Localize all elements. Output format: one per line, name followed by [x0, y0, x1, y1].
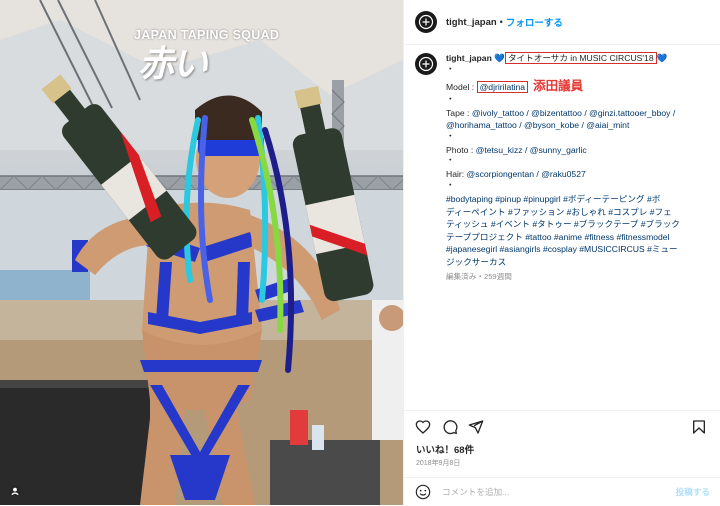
- red-annotation-label: 添田議員: [533, 78, 584, 93]
- blue-heart-icon: 💙: [656, 53, 668, 63]
- hashtags-line[interactable]: ティッシュ #イベント #タトゥー #ブラックテープ #ブラック: [446, 218, 714, 231]
- model-mention-link[interactable]: @djririlatina: [476, 80, 529, 93]
- hashtags-line[interactable]: #bodytaping #pinup #pinupgirl #ボディーテーピング…: [446, 193, 714, 206]
- post-window: JAPAN TAPING SQUAD 赤い tight_japan • フォロー…: [0, 0, 720, 505]
- post-photo[interactable]: JAPAN TAPING SQUAD 赤い: [0, 0, 403, 505]
- emoji-icon[interactable]: [415, 484, 431, 500]
- brand-title: JAPAN TAPING SQUAD: [134, 28, 280, 42]
- blue-heart-icon: 💙: [494, 53, 505, 63]
- caption-title-highlight: タイトオーサカ in MUSIC CIRCUS'18: [504, 52, 657, 64]
- caption-avatar[interactable]: [415, 53, 437, 75]
- edited-meta: 編集済み・259週間: [446, 271, 512, 281]
- hashtags-line[interactable]: ディーペイント #ファッション #おしゃれ #コスプレ #フェ: [446, 206, 714, 219]
- avatar[interactable]: [415, 11, 437, 33]
- caption-photo-line: Photo : @tetsu_kizz / @sunny_garlic: [446, 144, 714, 157]
- paper-plane-icon[interactable]: [468, 419, 484, 435]
- heart-outline-icon[interactable]: [415, 419, 431, 435]
- header-separator: •: [499, 17, 503, 27]
- hashtags-line[interactable]: ジックサーカス: [446, 256, 714, 269]
- caption-bullet: ・: [446, 63, 455, 74]
- follow-button[interactable]: フォローする: [506, 15, 563, 29]
- post-panel: tight_japan • フォローする tight_japan 💙 タイトオーサ…: [403, 0, 720, 505]
- post-comment-button[interactable]: 投稿する: [676, 486, 710, 498]
- caption-area: tight_japan 💙 タイトオーサカ in MUSIC CIRCUS'18 💙…: [404, 44, 720, 409]
- comment-bar: 投稿する: [404, 477, 720, 506]
- caption-title-line: tight_japan 💙 タイトオーサカ in MUSIC CIRCUS'18 💙: [446, 52, 714, 65]
- caption-bullet: ・: [446, 93, 455, 104]
- tape-mentions-2[interactable]: @horihama_tattoo / @byson_kobe / @aiai_m…: [446, 119, 714, 132]
- caption-bullet: ・: [446, 155, 455, 166]
- bookmark-icon[interactable]: [691, 419, 707, 435]
- caption-bullet: ・: [446, 130, 455, 141]
- brand-logo: 赤い: [138, 43, 208, 85]
- post-header: tight_japan • フォローする: [404, 0, 720, 45]
- hair-mentions[interactable]: @scorpiongentan / @raku0527: [467, 169, 586, 179]
- tight-logo-icon: [418, 56, 434, 72]
- caption-text: tight_japan 💙 タイトオーサカ in MUSIC CIRCUS'18 💙…: [446, 52, 714, 283]
- action-bar: [404, 410, 720, 441]
- caption-model-line: Model : @djririlatina 添田議員: [446, 77, 714, 95]
- comment-input[interactable]: [440, 486, 644, 498]
- model-prefix: Model :: [446, 81, 477, 92]
- hashtags-line[interactable]: テーププロジェクト #tattoo #anime #fitness #fitne…: [446, 231, 714, 244]
- tape-mentions-1[interactable]: @ivoly_tattoo / @bizentattoo / @ginzi.ta…: [472, 108, 675, 118]
- caption-username[interactable]: tight_japan: [446, 53, 492, 63]
- speech-bubble-icon[interactable]: [442, 419, 458, 435]
- caption-bullet: ・: [446, 179, 455, 190]
- photo-mentions[interactable]: @tetsu_kizz / @sunny_garlic: [476, 145, 587, 155]
- hashtags-line[interactable]: #japanesegirl #asiangirls #cosplay #MUSI…: [446, 243, 714, 256]
- header-username[interactable]: tight_japan: [446, 17, 497, 28]
- tape-prefix: Tape :: [446, 107, 472, 118]
- photo-prefix: Photo :: [446, 144, 476, 155]
- hair-prefix: Hair:: [446, 169, 467, 180]
- like-count[interactable]: いいね！68件: [416, 442, 474, 456]
- tight-logo-icon: [418, 14, 434, 30]
- caption-tape-line: Tape : @ivoly_tattoo / @bizentattoo / @g…: [446, 107, 714, 120]
- post-date: 2018年9月8日: [416, 460, 461, 467]
- tagged-person-icon[interactable]: [9, 485, 21, 497]
- caption-hair-line: Hair: @scorpiongentan / @raku0527: [446, 168, 714, 181]
